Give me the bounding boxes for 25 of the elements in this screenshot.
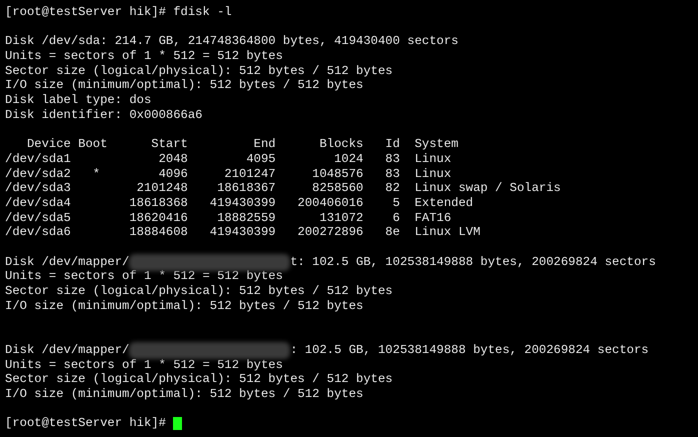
output-line: I/O size (minimum/optimal): 512 bytes / 512 bytes [5,298,364,314]
shell-prompt: [root@testServer hik]# [5,416,166,431]
output-line: Disk identifier: 0x000866a6 [5,108,202,123]
output-line: /dev/sda1 2048 4095 1024 83 Linux [5,152,452,167]
output-line: Units = sectors of 1 * 512 = 512 bytes [5,269,283,284]
output-text: Disk /dev/mapper/ [5,254,130,270]
output-line: /dev/sda3 2101248 18618367 8258560 82 Linux swap / Solaris [5,181,561,196]
output-line: Disk label type: dos [5,93,152,108]
output-line: I/O size (minimum/optimal): 512 bytes / 512 bytes [5,386,364,402]
output-line: Units = sectors of 1 * 512 = 512 bytes [5,358,283,372]
output-line: /dev/sda2 * 4096 2101247 1048576 83 Linux [5,166,452,182]
output-line: Units = sectors of 1 * 512 = 512 bytes [5,49,283,64]
output-line: /dev/sda6 18884608 419430399 200272896 8e Linux LVM [5,225,480,240]
output-line: I/O size (minimum/optimal): 512 bytes / 512 bytes [5,78,364,94]
output-line: Disk /dev/sda: 214.7 GB, 214748364800 bytes, 419430400 sectors [5,34,458,50]
output-line: /dev/sda4 18618368 419430399 200406016 5 Extended [5,196,474,211]
output-text: : 102.5 GB, 102538149888 bytes, 200269824 sectors [290,342,649,358]
output-text: t: 102.5 GB, 102538149888 bytes, 200269824 sectors [290,254,656,270]
output-line: /dev/sda5 18620416 18882559 131072 6 FAT16 [5,210,452,226]
output-line: Sector size (logical/physical): 512 bytes / 512 bytes [5,372,393,387]
output-line: Sector size (logical/physical): 512 bytes / 512 bytes [5,284,393,299]
output-line: Sector size (logical/physical): 512 bytes / 512 bytes [5,64,393,78]
output-line: Device Boot Start End Blocks Id System [26,137,458,152]
shell-prompt: [root@testServer hik]# fdisk -l [5,5,232,20]
output-text: Disk /dev/mapper/ [5,342,130,358]
